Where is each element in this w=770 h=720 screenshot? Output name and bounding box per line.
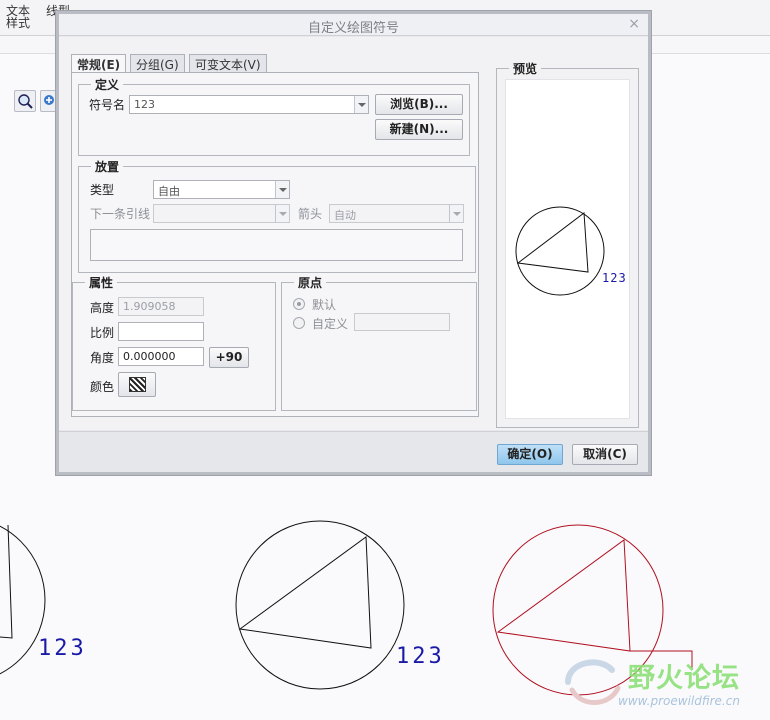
new-button[interactable]: 新建(N)... xyxy=(375,119,463,140)
placement-group: 放置 类型 自由 下一条引线 箭头 自动 xyxy=(78,158,476,273)
cancel-button[interactable]: 取消(C) xyxy=(572,444,638,465)
watermark-text: 野火论坛 xyxy=(628,663,740,694)
chevron-down-icon[interactable] xyxy=(354,96,368,113)
symbol-name-label: 符号名 xyxy=(89,98,126,112)
arrow-dropdown[interactable]: 自动 xyxy=(329,204,464,223)
origin-custom-radio[interactable] xyxy=(293,317,305,329)
angle-label: 角度 xyxy=(90,351,115,365)
preview-area: 123 xyxy=(505,79,630,419)
chevron-down-icon[interactable] xyxy=(449,205,463,222)
ok-button[interactable]: 确定(O) xyxy=(497,444,563,465)
tab-general[interactable]: 常规(E) xyxy=(71,54,127,73)
arrow-label: 箭头 xyxy=(298,207,323,221)
chevron-down-icon[interactable] xyxy=(275,205,289,222)
height-field[interactable]: 1.909058 xyxy=(118,297,204,316)
color-picker-button[interactable] xyxy=(118,372,156,397)
height-label: 高度 xyxy=(90,301,115,315)
origin-group-title: 原点 xyxy=(294,274,327,291)
symbol-name-value: 123 xyxy=(134,98,155,111)
symbol-name-dropdown[interactable]: 123 xyxy=(129,95,369,114)
angle-field[interactable]: 0.000000 xyxy=(118,347,204,366)
hatch-pattern-icon xyxy=(129,377,146,392)
tab-variable-text[interactable]: 可变文本(V) xyxy=(189,54,267,72)
dialog-titlebar[interactable]: 自定义绘图符号 × xyxy=(59,14,648,36)
next-leader-label: 下一条引线 xyxy=(90,207,151,221)
dialog-footer: 确定(O) 取消(C) xyxy=(59,431,648,472)
scale-label: 比例 xyxy=(90,326,115,340)
attributes-group-title: 属性 xyxy=(85,274,118,291)
origin-default-label: 默认 xyxy=(312,298,337,312)
type-dropdown[interactable]: 自由 xyxy=(153,180,290,199)
type-label: 类型 xyxy=(90,183,115,197)
tab-panel-general: 定义 符号名 123 浏览(B)... 新建(N)... 放置 类型 自由 下一… xyxy=(71,72,479,417)
placement-group-title: 放置 xyxy=(91,158,124,175)
scale-field[interactable] xyxy=(118,322,204,341)
definition-group: 定义 符号名 123 浏览(B)... 新建(N)... xyxy=(78,76,470,156)
arrow-value: 自动 xyxy=(334,209,356,222)
next-leader-dropdown[interactable] xyxy=(153,204,290,223)
definition-group-title: 定义 xyxy=(91,76,124,93)
watermark-url: www.proewildfire.cn xyxy=(618,694,740,708)
close-icon[interactable]: × xyxy=(628,16,640,32)
rotate-90-button[interactable]: +90 xyxy=(209,347,249,368)
browse-button[interactable]: 浏览(B)... xyxy=(375,94,463,115)
symbol-instance-middle[interactable] xyxy=(235,520,405,690)
dialog-title: 自定义绘图符号 xyxy=(307,21,399,36)
type-value: 自由 xyxy=(158,185,180,198)
origin-custom-field[interactable] xyxy=(354,313,450,331)
dialog-body: 常规(E) 分组(G) 可变文本(V) 定义 符号名 123 浏览(B)... … xyxy=(59,37,648,430)
symbol-text-left: 123 xyxy=(38,636,87,661)
preview-group-title: 预览 xyxy=(509,60,542,77)
symbol-text-middle: 123 xyxy=(396,644,445,669)
color-label: 颜色 xyxy=(90,380,115,394)
leader-list-box[interactable] xyxy=(90,229,463,261)
origin-custom-label: 自定义 xyxy=(312,317,349,331)
chevron-down-icon[interactable] xyxy=(275,181,289,198)
origin-group: 原点 默认 自定义 xyxy=(281,274,477,411)
tab-grouping[interactable]: 分组(G) xyxy=(130,54,185,72)
origin-default-radio[interactable] xyxy=(293,298,305,310)
preview-group: 预览 123 xyxy=(496,60,639,428)
preview-symbol: 123 xyxy=(515,206,627,296)
preview-symbol-text: 123 xyxy=(602,271,627,285)
attributes-group: 属性 高度 1.909058 比例 角度 0.000000 +90 颜色 xyxy=(72,274,276,411)
custom-symbol-dialog: 自定义绘图符号 × 常规(E) 分组(G) 可变文本(V) 定义 符号名 123… xyxy=(56,11,651,475)
